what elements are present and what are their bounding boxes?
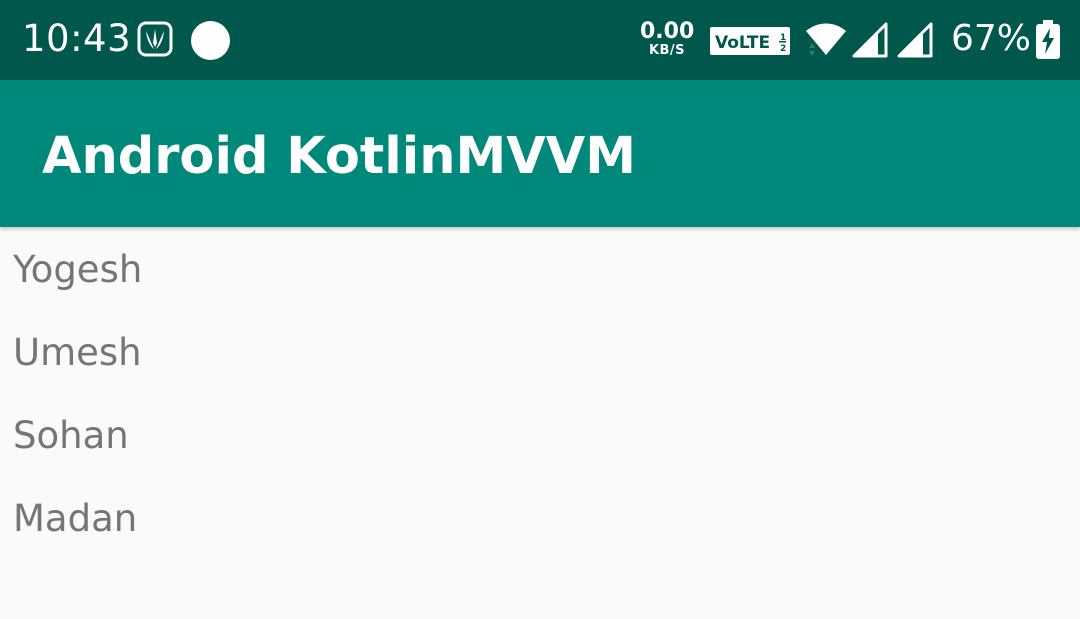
- list-item-name: Umesh: [13, 331, 142, 374]
- list-item[interactable]: Yogesh: [0, 227, 1080, 310]
- app-title: Android KotlinMVVM: [42, 127, 636, 186]
- list-item[interactable]: Madan: [0, 476, 1080, 559]
- battery-charging-icon: [1036, 20, 1060, 59]
- app-bar: Android KotlinMVVM: [0, 80, 1080, 227]
- list-item-name: Yogesh: [13, 248, 143, 291]
- svg-text:VoLTE: VoLTE: [715, 33, 770, 53]
- notification-dot-icon: [191, 21, 230, 60]
- user-list: Yogesh Umesh Sohan Madan: [0, 227, 1080, 559]
- svg-text:2: 2: [780, 44, 786, 54]
- signal-icon: [897, 22, 933, 58]
- volte-icon: VoLTE 1 2: [710, 27, 790, 55]
- network-speed: 0.00 KB/S: [640, 20, 694, 58]
- list-item-name: Sohan: [13, 414, 129, 457]
- signal-icon: [852, 22, 888, 58]
- list-item-name: Madan: [13, 497, 138, 540]
- saavn-icon: [137, 21, 173, 57]
- network-speed-unit: KB/S: [648, 43, 686, 58]
- wifi-icon: [806, 23, 846, 56]
- status-bar: 10:43 0.00 KB/S VoLTE 1 2 67%: [0, 0, 1080, 80]
- status-time: 10:43: [22, 17, 132, 60]
- list-item[interactable]: Sohan: [0, 393, 1080, 476]
- battery-percent: 67%: [951, 18, 1032, 59]
- network-speed-value: 0.00: [640, 19, 695, 44]
- list-item[interactable]: Umesh: [0, 310, 1080, 393]
